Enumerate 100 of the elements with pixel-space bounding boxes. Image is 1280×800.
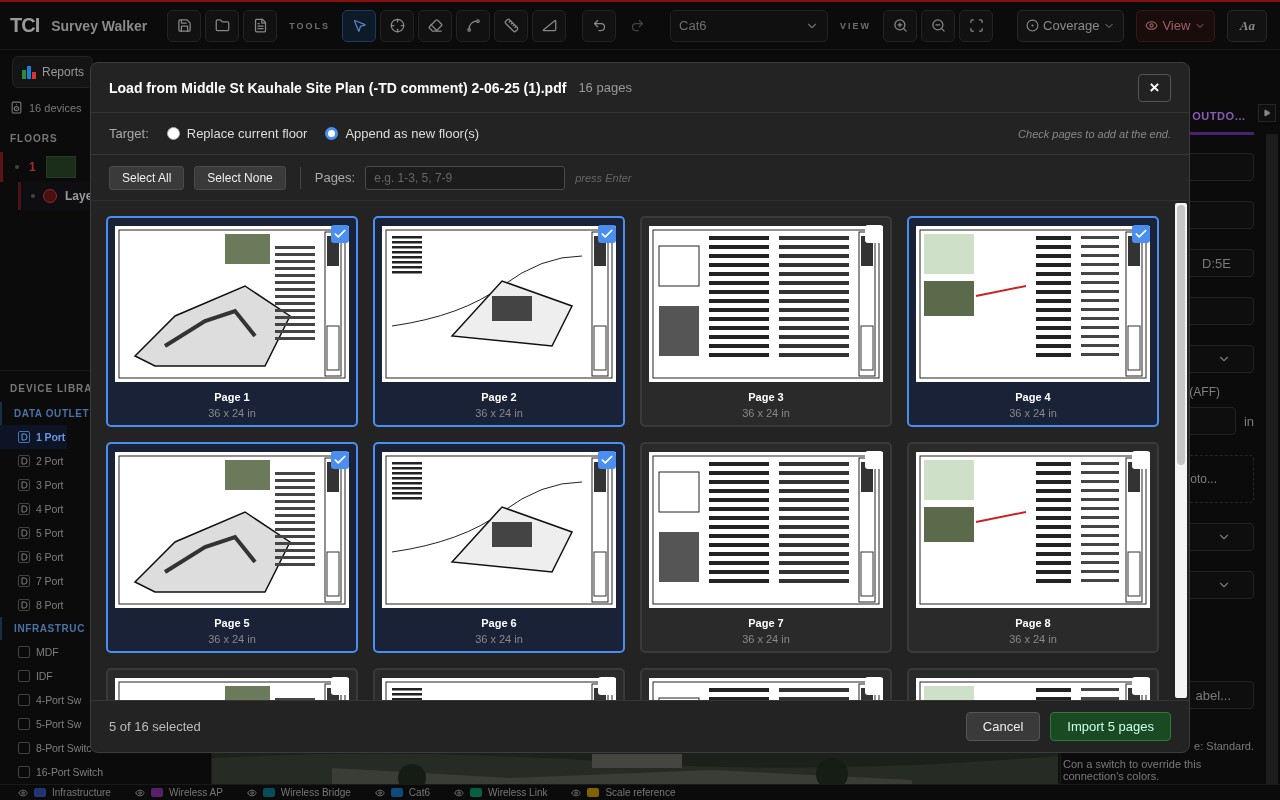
save-button[interactable] — [167, 9, 202, 42]
folder-icon — [214, 18, 230, 33]
outlet-icon — [18, 431, 30, 443]
page-card[interactable]: Page 8 36 x 24 in — [907, 442, 1159, 653]
undo-icon — [591, 18, 607, 33]
page-checkbox[interactable] — [331, 451, 349, 469]
play-icon — [1263, 109, 1271, 117]
library-item[interactable]: 3 Port — [0, 473, 66, 497]
eye-icon — [454, 787, 464, 798]
page-card[interactable]: Page 1 36 x 24 in — [106, 216, 358, 427]
page-label: Page 8 — [1015, 617, 1051, 629]
reports-button[interactable]: Reports — [12, 56, 94, 88]
eraser-icon — [427, 18, 443, 33]
page-checkbox[interactable] — [331, 225, 349, 243]
legend-label: Wireless AP — [168, 787, 223, 798]
page-card[interactable]: Page 4 36 x 24 in — [907, 216, 1159, 427]
radio-button[interactable] — [166, 127, 180, 140]
outlet-icon — [18, 599, 30, 611]
font-button[interactable]: Aa — [1227, 9, 1268, 42]
zoom-in-icon — [892, 18, 908, 33]
angle-icon — [541, 18, 557, 33]
library-item[interactable]: 4 Port — [0, 497, 66, 521]
angle-tool-button[interactable] — [532, 9, 567, 42]
measure-tool-button[interactable] — [494, 9, 529, 42]
cancel-button[interactable]: Cancel — [965, 712, 1041, 741]
pages-label: Pages: — [314, 170, 356, 185]
library-item[interactable]: 7 Port — [0, 569, 66, 593]
fit-button[interactable] — [959, 9, 994, 42]
app-name: Survey Walker — [51, 17, 148, 34]
library-item[interactable]: 16-Port Switch — [0, 760, 105, 784]
library-item[interactable]: IDF — [0, 664, 55, 688]
library-item[interactable]: 1 Port — [0, 425, 68, 449]
hint-text: Check pages to add at the end. — [1018, 127, 1171, 140]
eraser-tool-button[interactable] — [418, 9, 453, 42]
library-item[interactable]: 6 Port — [0, 545, 66, 569]
page-checkbox[interactable] — [1132, 451, 1150, 469]
library-item[interactable]: 5 Port — [0, 521, 66, 545]
page-label: Page 5 — [214, 617, 250, 629]
open-button[interactable] — [205, 9, 240, 42]
page-label: Page 1 — [214, 391, 250, 403]
page-checkbox[interactable] — [865, 677, 883, 695]
outlet-icon — [18, 575, 30, 587]
page-checkbox[interactable] — [598, 451, 616, 469]
zoom-out-button[interactable] — [921, 9, 956, 42]
import-button[interactable]: Import 5 pages — [1050, 712, 1171, 741]
select-all-button[interactable]: Select All — [109, 165, 185, 190]
page-card[interactable]: Page 2 36 x 24 in — [373, 216, 625, 427]
page-size: 36 x 24 in — [475, 633, 523, 645]
page-card[interactable]: Page 6 36 x 24 in — [373, 442, 625, 653]
zoom-in-button[interactable] — [883, 9, 918, 42]
page-checkbox[interactable] — [598, 677, 616, 695]
library-item[interactable]: 8-Port Switc — [0, 736, 94, 760]
handle-icon — [15, 165, 19, 169]
page-card[interactable]: Page 3 36 x 24 in — [640, 216, 892, 427]
radio-label: Replace current floor — [186, 126, 308, 141]
page-label: Page 6 — [481, 617, 517, 629]
floors-heading: FLOORS — [9, 132, 59, 146]
enter-hint: press Enter — [575, 171, 632, 184]
page-card[interactable]: Page 7 36 x 24 in — [640, 442, 892, 653]
square-icon — [18, 718, 30, 730]
radio-label: Append as new floor(s) — [345, 126, 480, 141]
panel-toggle-button[interactable] — [1258, 104, 1276, 122]
page-label: Page 7 — [748, 617, 784, 629]
document-button[interactable] — [243, 9, 278, 42]
page-checkbox[interactable] — [865, 451, 883, 469]
library-item[interactable]: 8 Port — [0, 593, 66, 617]
page-checkbox[interactable] — [1132, 677, 1150, 695]
library-item[interactable]: MDF — [0, 640, 61, 664]
scrollbar[interactable] — [1175, 203, 1187, 698]
field-label: (AFF) — [1189, 385, 1220, 399]
radio-button[interactable] — [325, 127, 339, 140]
view-button[interactable]: View — [1136, 9, 1216, 42]
page-checkbox[interactable] — [865, 225, 883, 243]
select-none-button[interactable]: Select None — [194, 165, 286, 190]
library-item[interactable]: 4-Port Sw — [0, 688, 84, 712]
pages-field[interactable]: e.g. 1-3, 5, 7-9 — [365, 165, 566, 190]
pointer-icon — [351, 18, 367, 33]
legend-label: Infrastructure — [52, 787, 111, 798]
cable-select[interactable]: Cat6 — [670, 9, 829, 42]
device-count: 16 devices — [29, 101, 82, 114]
library-item[interactable]: 2 Port — [0, 449, 66, 473]
line-tool-button[interactable] — [456, 9, 491, 42]
page-label: Page 4 — [1015, 391, 1051, 403]
outlet-icon — [18, 551, 30, 563]
legend-label: Wireless Bridge — [280, 787, 351, 798]
select-tool-button[interactable] — [342, 9, 377, 42]
page-label: Page 3 — [748, 391, 784, 403]
zoom-out-icon — [930, 18, 946, 33]
selection-status: 5 of 16 selected — [109, 719, 202, 734]
close-button[interactable]: × — [1138, 73, 1171, 102]
page-size: 36 x 24 in — [208, 407, 256, 419]
point-tool-button[interactable] — [380, 9, 415, 42]
page-checkbox[interactable] — [1132, 225, 1150, 243]
undo-button[interactable] — [582, 9, 617, 42]
coverage-button[interactable]: Coverage — [1017, 9, 1125, 42]
page-checkbox[interactable] — [331, 677, 349, 695]
library-item[interactable]: 5-Port Sw — [0, 712, 84, 736]
page-checkbox[interactable] — [598, 225, 616, 243]
square-icon — [18, 766, 30, 778]
page-card[interactable]: Page 5 36 x 24 in — [106, 442, 358, 653]
